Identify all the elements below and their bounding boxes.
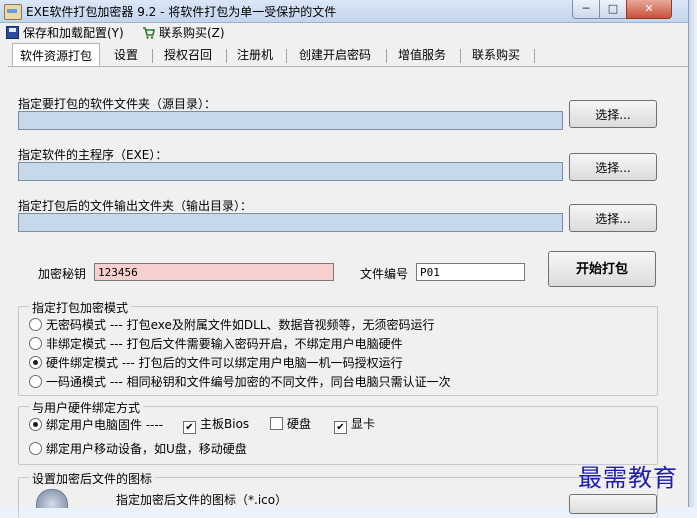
menu-save-load[interactable]: 保存和加载配置(Y): [6, 25, 124, 41]
icon-setting-title: 设置加密后文件的图标: [29, 470, 156, 487]
check-disk-label: 硬盘: [287, 417, 312, 431]
tab-separator: [460, 49, 461, 63]
source-folder-input[interactable]: [18, 111, 563, 130]
encrypt-key-label: 加密秘钥: [38, 267, 87, 281]
encrypt-mode-group: 指定打包加密模式 无密码模式 --- 打包exe及附属文件如DLL、数据音视频等…: [18, 299, 658, 396]
checkbox-checked-icon: ✔: [334, 421, 347, 434]
save-icon: [6, 26, 19, 39]
mode-option-one-code[interactable]: 一码通模式 --- 相同秘钥和文件编号加密的不同文件，同台电脑只需认证一次: [29, 374, 451, 390]
mode-option-hardware-bind[interactable]: 硬件绑定模式 --- 打包后的文件可以绑定用户电脑一机一码授权运行: [29, 355, 403, 371]
tab-contact-buy[interactable]: 联系购买: [464, 45, 528, 65]
source-browse-button[interactable]: 选择...: [569, 100, 657, 128]
bind-pc-option[interactable]: 绑定用户电脑固件 ----: [29, 417, 163, 433]
tab-separator: [286, 49, 287, 63]
checkbox-icon: [270, 417, 283, 430]
main-exe-label: 指定软件的主程序（EXE）：: [18, 148, 168, 162]
mode-option-non-bind[interactable]: 非绑定模式 --- 打包后文件需要输入密码开启，不绑定用户电脑硬件: [29, 336, 403, 352]
icon-file-label: 指定加密后文件的图标（*.ico）: [116, 493, 288, 507]
tab-separator: [534, 49, 535, 63]
mode-option-label: 非绑定模式 --- 打包后文件需要输入密码开启，不绑定用户电脑硬件: [46, 337, 403, 351]
menu-save-load-label: 保存和加载配置(Y): [23, 26, 124, 40]
icon-browse-button[interactable]: [569, 494, 657, 514]
check-bios[interactable]: ✔ 主板Bios: [183, 416, 250, 434]
encrypt-key-input[interactable]: 123456: [94, 263, 334, 281]
title-bar: EXE软件打包加密器 9.2 - 将软件打包为单一受保护的文件 ─ □ ✕: [0, 0, 688, 23]
mode-option-label: 一码通模式 --- 相同秘钥和文件编号加密的不同文件，同台电脑只需认证一次: [46, 375, 451, 389]
file-number-label: 文件编号: [360, 267, 409, 281]
encrypt-mode-title: 指定打包加密模式: [29, 299, 132, 316]
tab-keygen[interactable]: 注册机: [230, 45, 280, 65]
menu-contact-buy[interactable]: 联系购买(Z): [142, 25, 225, 41]
background-strip: [689, 0, 697, 507]
check-disk[interactable]: 硬盘: [270, 416, 311, 432]
output-folder-input[interactable]: [18, 213, 563, 232]
tab-create-password[interactable]: 创建开启密码: [290, 45, 380, 65]
hardware-bind-group: 与用户硬件绑定方式 绑定用户电脑固件 ---- ✔ 主板Bios 硬盘 ✔ 显卡 绑…: [18, 399, 658, 465]
radio-icon: [29, 337, 42, 350]
radio-icon: [29, 318, 42, 331]
radio-icon: [29, 442, 42, 455]
app-window: EXE软件打包加密器 9.2 - 将软件打包为单一受保护的文件 ─ □ ✕ 保存…: [0, 0, 689, 518]
tab-license-recall[interactable]: 授权召回: [156, 45, 220, 65]
mode-option-no-password[interactable]: 无密码模式 --- 打包exe及附属文件如DLL、数据音视频等，无须密码运行: [29, 317, 435, 333]
mode-option-label: 硬件绑定模式 --- 打包后的文件可以绑定用户电脑一机一码授权运行: [46, 356, 403, 370]
output-browse-button[interactable]: 选择...: [569, 204, 657, 232]
check-gpu-label: 显卡: [351, 417, 376, 431]
bind-pc-label: 绑定用户电脑固件 ----: [46, 418, 164, 432]
hardware-bind-title: 与用户硬件绑定方式: [29, 399, 144, 416]
menu-bar: 保存和加载配置(Y) 联系购买(Z): [0, 23, 688, 43]
window-title: EXE软件打包加密器 9.2 - 将软件打包为单一受保护的文件: [26, 5, 337, 19]
main-exe-browse-button[interactable]: 选择...: [569, 153, 657, 181]
radio-selected-icon: [29, 356, 42, 369]
radio-icon: [29, 375, 42, 388]
icon-setting-group: 设置加密后文件的图标: [18, 470, 658, 518]
check-bios-label: 主板Bios: [200, 417, 250, 431]
tab-separator: [226, 49, 227, 63]
check-gpu[interactable]: ✔ 显卡: [334, 416, 376, 434]
tab-separator: [386, 49, 387, 63]
output-folder-label: 指定打包后的文件输出文件夹（输出目录）：: [18, 199, 253, 213]
bind-mobile-option[interactable]: 绑定用户移动设备，如U盘，移动硬盘: [29, 441, 247, 457]
main-exe-input[interactable]: [18, 162, 563, 181]
tab-separator: [152, 49, 153, 63]
menu-contact-buy-label: 联系购买(Z): [159, 26, 225, 40]
watermark-text: 最需教育: [578, 464, 678, 492]
tab-baseline: [8, 66, 688, 67]
tab-value-added[interactable]: 增值服务: [390, 45, 454, 65]
tab-resource-pack[interactable]: 软件资源打包: [12, 43, 100, 67]
close-button[interactable]: ✕: [626, 0, 672, 19]
minimize-button[interactable]: ─: [572, 0, 600, 19]
maximize-button[interactable]: □: [599, 0, 627, 19]
start-pack-button[interactable]: 开始打包: [548, 251, 656, 287]
cart-icon: [143, 27, 155, 39]
radio-selected-icon: [29, 418, 42, 431]
mode-option-label: 无密码模式 --- 打包exe及附属文件如DLL、数据音视频等，无须密码运行: [46, 318, 435, 332]
app-icon: [4, 4, 22, 20]
bind-mobile-label: 绑定用户移动设备，如U盘，移动硬盘: [46, 442, 247, 456]
tab-settings[interactable]: 设置: [106, 45, 146, 65]
source-folder-label: 指定要打包的软件文件夹（源目录）：: [18, 97, 217, 111]
checkbox-checked-icon: ✔: [183, 421, 196, 434]
file-number-input[interactable]: P01: [416, 263, 525, 281]
